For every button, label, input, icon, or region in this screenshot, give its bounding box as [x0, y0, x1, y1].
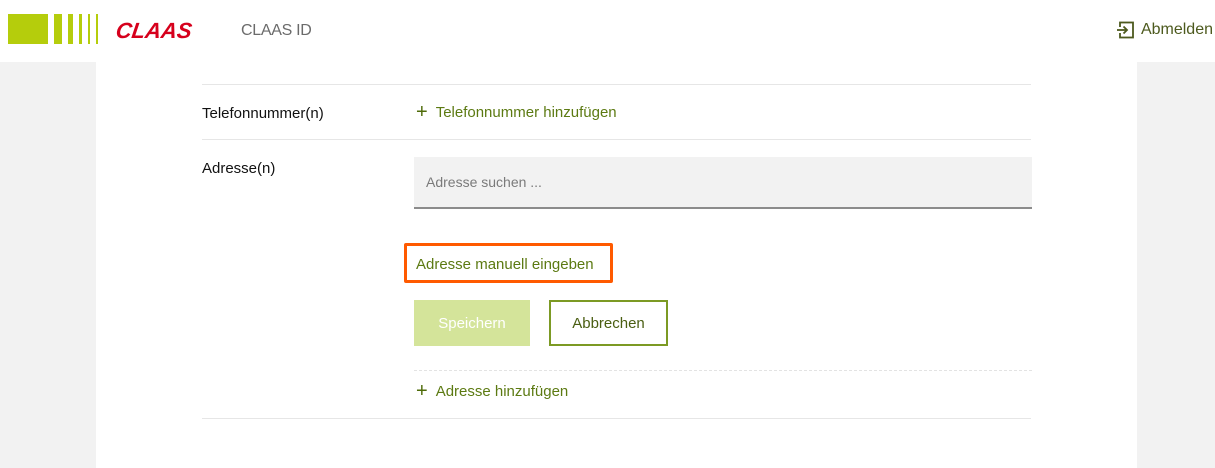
add-phone-label: Telefonnummer hinzufügen — [435, 104, 617, 121]
logout-label: Abmelden — [1140, 21, 1213, 38]
cancel-button[interactable]: Abbrechen — [549, 300, 668, 346]
divider — [202, 139, 1031, 140]
logout-icon — [1116, 21, 1134, 39]
manual-address-link[interactable]: Adresse manuell eingeben — [404, 243, 613, 283]
add-address-label: Adresse hinzufügen — [435, 383, 569, 400]
address-search-input[interactable] — [414, 157, 1032, 209]
plus-icon: + — [416, 101, 428, 123]
claas-logo-bars — [8, 14, 98, 44]
claas-logo-wordmark[interactable]: CLAAS — [114, 18, 193, 43]
profile-card: Telefonnummer(n) + Telefonnummer hinzufü… — [96, 62, 1137, 468]
plus-icon: + — [416, 380, 428, 402]
divider — [414, 370, 1032, 371]
address-label: Adresse(n) — [202, 160, 276, 177]
divider — [202, 418, 1031, 419]
app-header: CLAAS CLAAS ID Abmelden — [0, 0, 1215, 62]
logout-button[interactable]: Abmelden — [1116, 20, 1213, 40]
save-button[interactable]: Speichern — [414, 300, 530, 346]
add-phone-link[interactable]: + Telefonnummer hinzufügen — [416, 101, 617, 123]
app-name: CLAAS ID — [241, 22, 312, 39]
divider — [202, 84, 1031, 85]
phone-label: Telefonnummer(n) — [202, 105, 324, 122]
add-address-link[interactable]: + Adresse hinzufügen — [416, 380, 569, 402]
